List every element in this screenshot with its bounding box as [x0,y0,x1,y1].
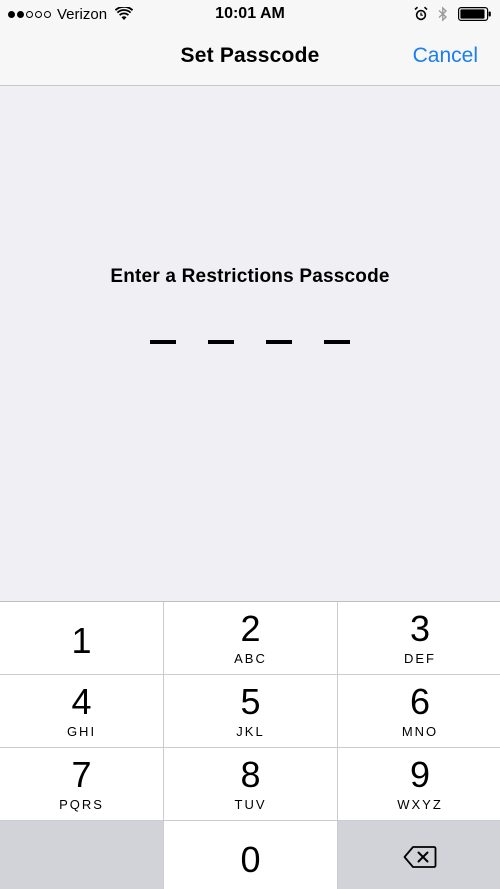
signal-dot [35,10,42,18]
key-7[interactable]: 7 PQRS [0,748,163,820]
passcode-digit-placeholder [324,340,350,344]
delete-key[interactable] [338,821,500,889]
signal-dot [26,10,33,18]
key-4[interactable]: 4 GHI [0,675,163,747]
key-letters: PQRS [59,796,104,812]
key-3[interactable]: 3 DEF [338,602,500,674]
key-digit: 3 [409,607,431,649]
key-digit: 2 [240,607,261,649]
key-digit: 4 [71,680,92,722]
key-digit: 8 [240,753,261,795]
passcode-field[interactable] [150,340,350,344]
carrier-name: Verizon [57,5,108,23]
key-letters: JKL [236,723,265,739]
key-5[interactable]: 5 JKL [164,675,337,747]
passcode-prompt: Enter a Restrictions Passcode [110,266,390,287]
bluetooth-icon [438,6,448,22]
numeric-keypad: 1 2 ABC 3 DEF 4 GHI 5 JKL 6 MNO 7 PQRS 8… [0,601,500,889]
key-6[interactable]: 6 MNO [338,675,500,747]
backspace-icon [403,846,437,868]
key-digit: 6 [409,680,431,722]
passcode-digit-placeholder [266,340,292,344]
key-letters: GHI [66,723,97,739]
key-digit: 0 [240,839,261,880]
cancel-button[interactable]: Cancel [413,28,478,84]
status-left: Verizon [8,6,178,23]
key-1[interactable]: 1 [0,602,163,674]
signal-dot [17,10,24,18]
key-letters: ABC [234,650,267,666]
wifi-icon [115,7,134,20]
key-letters: MNO [401,723,439,739]
signal-dot [44,10,51,18]
key-letters: DEF [404,650,436,666]
key-letters: TUV [234,796,267,812]
navigation-bar: Set Passcode Cancel [0,28,500,86]
passcode-digit-placeholder [150,340,176,344]
passcode-digit-placeholder [208,340,234,344]
signal-dot [8,10,15,18]
cell-signal-icon [8,10,51,18]
battery-icon [458,7,491,22]
key-digit: 5 [240,680,261,722]
status-right [414,6,492,22]
key-digit: 7 [71,753,92,795]
key-0[interactable]: 0 [164,821,337,889]
key-blank [0,821,163,889]
key-8[interactable]: 8 TUV [164,748,337,820]
status-bar: Verizon 10:01 AM [0,0,500,28]
key-digit: 9 [409,753,431,795]
key-2[interactable]: 2 ABC [164,602,337,674]
key-digit: 1 [71,620,92,661]
key-9[interactable]: 9 WXYZ [338,748,500,820]
key-letters: WXYZ [397,796,443,812]
alarm-icon [414,6,428,21]
